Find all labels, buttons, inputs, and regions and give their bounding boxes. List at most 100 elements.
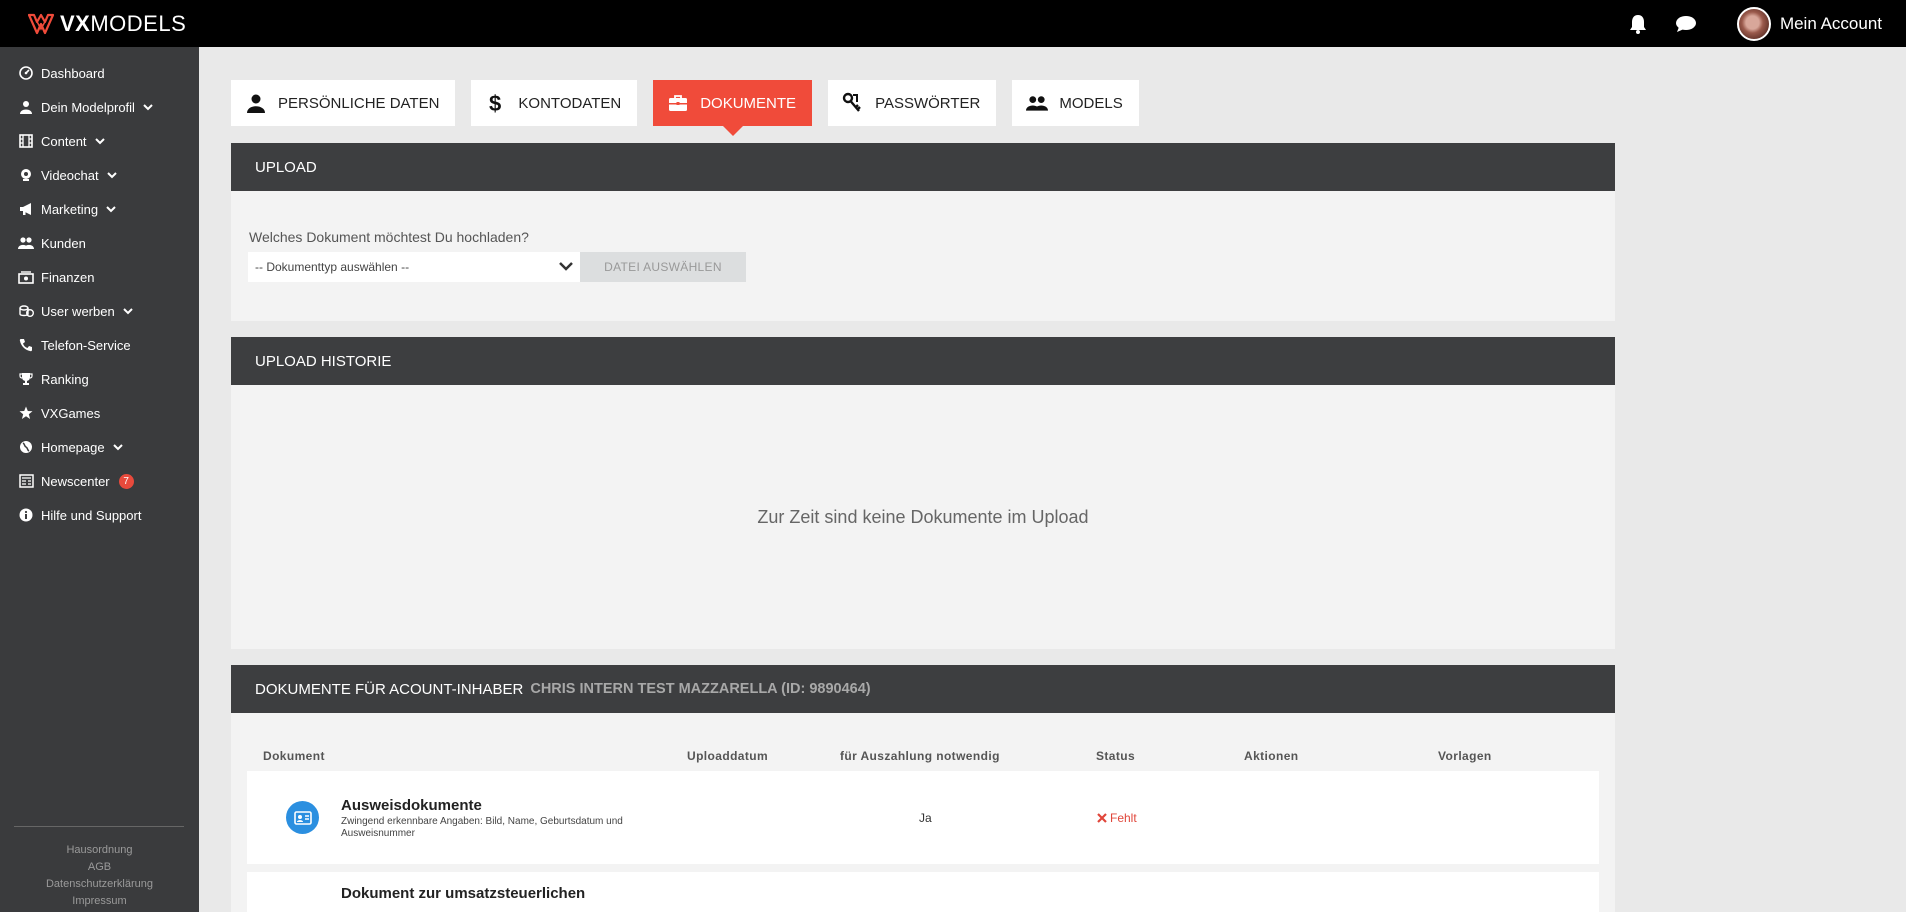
column-header-required-for-payout: für Auszahlung notwendig [840,749,1000,763]
money-icon [18,269,34,285]
document-title: Ausweisdokumente [341,797,482,814]
logo-text: VXMODELS [60,11,187,36]
upload-panel: UPLOAD Welches Dokument möchtest Du hoch… [231,143,1615,321]
sidebar-item-marketing[interactable]: Marketing [0,192,199,226]
document-type-select-value: -- Dokumenttyp auswählen -- [255,260,410,274]
megaphone-icon [18,201,34,217]
tab-label: MODELS [1059,94,1123,112]
sidebar-item-hilfe-und-support[interactable]: Hilfe und Support [0,498,199,532]
coins-icon [18,303,34,319]
sidebar-item-user-werben[interactable]: User werben [0,294,199,328]
user-icon [18,99,34,115]
vx-models-logo[interactable]: VXMODELS [28,11,186,37]
account-menu[interactable]: Mein Account [1736,6,1906,41]
upload-panel-title: UPLOAD [231,143,1615,191]
required-for-payout-value: Ja [919,811,932,825]
tab-kontodaten[interactable]: $ KONTODATEN [471,80,638,126]
status-badge: Fehlt [1097,811,1137,825]
id-card-icon [286,801,319,834]
sidebar-item-newscenter[interactable]: Newscenter 7 [0,464,199,498]
footer-link-hausordnung[interactable]: Hausordnung [0,842,199,859]
keys-icon [842,92,864,114]
sidebar-item-telefon-service[interactable]: Telefon-Service [0,328,199,362]
status-text: Fehlt [1110,811,1137,825]
sidebar-item-label: Finanzen [41,269,95,285]
chevron-down-icon [112,443,123,450]
dashboard-icon [18,65,34,81]
footer-link-impressum[interactable]: Impressum [0,893,199,910]
sidebar-item-dein-modelprofil[interactable]: Dein Modelprofil [0,90,199,124]
film-icon [18,133,34,149]
footer-link-agb[interactable]: AGB [0,859,199,876]
column-header-document: Dokument [263,749,325,763]
tab-persönliche-daten[interactable]: PERSÖNLICHE DATEN [231,80,456,126]
sidebar-item-label: Videochat [41,167,99,183]
upload-question: Welches Dokument möchtest Du hochladen? [249,229,529,245]
dollar-icon: $ [485,92,507,114]
footer-link-datenschutzerkl-rung[interactable]: Datenschutzerklärung [0,876,199,893]
trophy-icon [18,371,34,387]
tab-passwörter[interactable]: PASSWÖRTER [828,80,997,126]
sidebar-item-label: Newscenter [41,473,110,489]
documents-panel: DOKUMENTE FÜR ACOUNT-INHABER CHRIS INTER… [231,665,1615,912]
sidebar-item-label: Dein Modelprofil [41,99,135,115]
document-type-select[interactable]: -- Dokumenttyp auswählen -- [248,252,580,282]
missing-x-icon [1097,813,1107,823]
tab-dokumente[interactable]: DOKUMENTE [653,80,813,136]
briefcase-icon [667,92,689,114]
top-bar: VXMODELS Mein Account [0,0,1906,47]
sidebar-item-content[interactable]: Content [0,124,199,158]
document-title: Dokument zur umsatzsteuerlichen [341,885,586,902]
chevron-down-icon [106,205,116,212]
messages-chat-icon[interactable] [1675,13,1697,35]
tab-models[interactable]: MODELS [1012,80,1139,126]
webcam-icon [18,167,34,183]
sidebar-item-vxgames[interactable]: VXGames [0,396,199,430]
column-header-upload-date: Uploaddatum [687,749,769,763]
chevron-down-icon [106,171,117,178]
sidebar-item-videochat[interactable]: Videochat [0,158,199,192]
sidebar-item-label: Marketing [41,201,99,217]
notifications-bell-icon[interactable] [1627,13,1649,35]
tab-label: KONTODATEN [518,94,622,112]
sidebar-item-kunden[interactable]: Kunden [0,226,199,260]
phone-icon [18,337,34,353]
tab-label: DOKUMENTE [700,94,797,112]
column-header-templates: Vorlagen [1438,749,1492,763]
sidebar-item-finanzen[interactable]: Finanzen [0,260,199,294]
empty-history-message: Zur Zeit sind keine Dokumente im Upload [757,506,1089,527]
newspaper-icon [18,473,34,489]
chevron-down-icon [94,137,105,144]
info-icon [18,507,34,523]
avatar [1736,6,1771,41]
sidebar-item-label: Telefon-Service [41,337,131,353]
sidebar-item-label: Ranking [41,371,89,387]
document-description: Zwingend erkennbare Angaben: Bild, Name,… [341,816,623,839]
users-icon [18,235,34,251]
tab-bar: PERSÖNLICHE DATEN $ KONTODATEN DOKUMENTE PAS… [231,80,1139,136]
account-owner-label: CHRIS INTERN TEST MAZZARELLA (ID: 989046… [530,681,871,697]
sidebar-divider [14,826,184,827]
globe-icon [18,439,34,455]
chevron-down-icon [143,103,153,110]
svg-text:$: $ [489,92,501,114]
sidebar-nav: Dashboard Dein Modelprofil Content Videocha… [0,47,199,532]
upload-history-panel: UPLOAD HISTORIE Zur Zeit sind keine Doku… [231,337,1615,649]
group-icon [1026,92,1049,114]
sidebar-item-dashboard[interactable]: Dashboard [0,56,199,90]
chevron-down-icon [559,262,573,271]
chevron-down-icon [122,307,133,314]
sidebar-item-label: Kunden [41,235,86,251]
tab-label: PERSÖNLICHE DATEN [278,94,440,112]
documents-table-header: Dokument Uploaddatum für Auszahlung notw… [231,749,1615,763]
sidebar: Dashboard Dein Modelprofil Content Videocha… [0,47,199,912]
sidebar-item-homepage[interactable]: Homepage [0,430,199,464]
notification-count-badge: 7 [118,473,134,489]
sidebar-item-ranking[interactable]: Ranking [0,362,199,396]
account-label: Mein Account [1779,13,1882,33]
documents-panel-title: DOKUMENTE FÜR ACOUNT-INHABER [255,680,524,698]
column-header-actions: Aktionen [1244,749,1299,763]
choose-file-button[interactable]: DATEI AUSWÄHLEN [580,252,746,282]
sidebar-item-label: Content [41,133,87,149]
sidebar-item-label: User werben [41,303,115,319]
